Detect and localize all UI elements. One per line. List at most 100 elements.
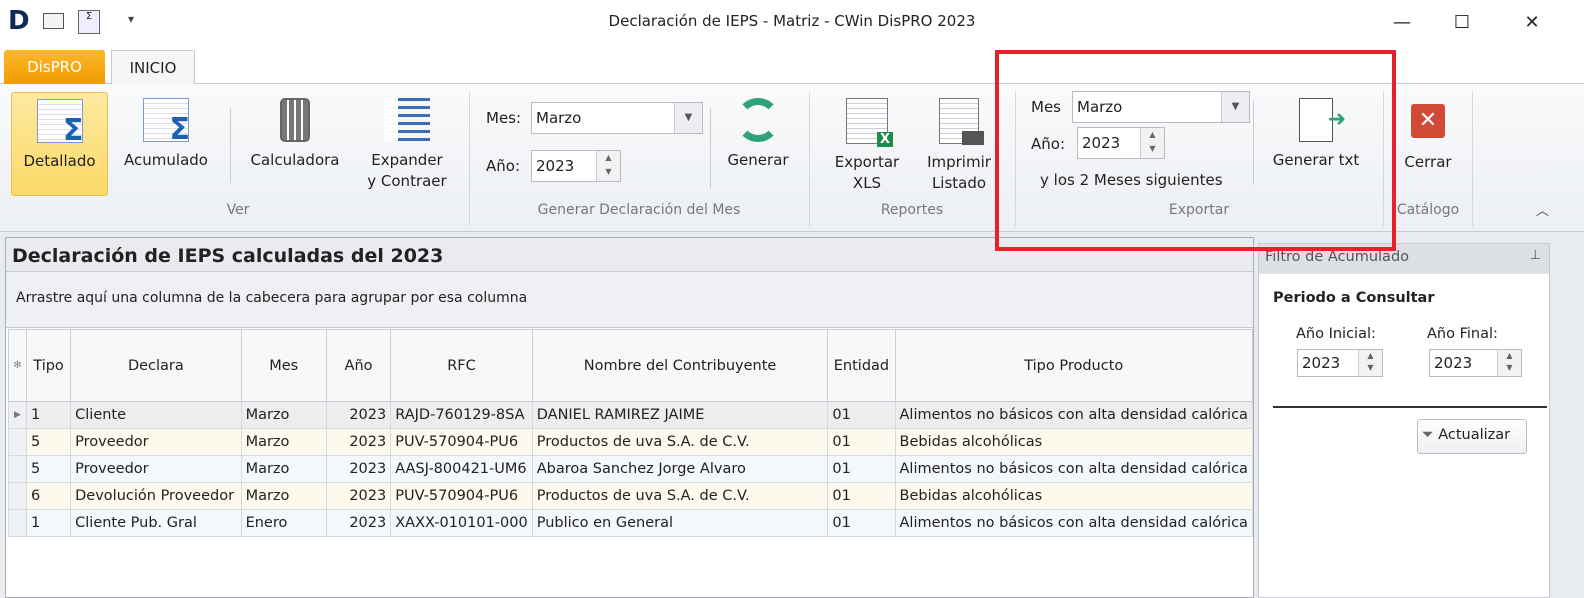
column-header-tipo-producto[interactable]: Tipo Producto: [894, 329, 1254, 402]
collapse-ribbon-icon[interactable]: ︿: [1536, 200, 1549, 219]
tab-dispro[interactable]: DisPRO: [4, 50, 105, 84]
group-label-reportes: Reportes: [880, 202, 944, 218]
cerrar-button[interactable]: ✕ Cerrar: [1392, 92, 1464, 196]
cell-mes: Marzo: [240, 401, 327, 429]
imprimir-label: Imprimir Listado: [927, 153, 991, 192]
close-icon: ✕: [1411, 104, 1445, 138]
column-header-tipo[interactable]: Tipo: [25, 329, 72, 402]
table-row[interactable]: 5 Proveedor Marzo 2023 PUV-570904-PU6 Product…: [8, 428, 1254, 456]
cell-anio: 2023: [325, 428, 392, 456]
window-title: Declaración de IEPS - Matriz - CWin DisP…: [608, 12, 976, 30]
imprimir-listado-button[interactable]: Imprimir Listado: [918, 92, 1000, 196]
detallado-button[interactable]: Σ Detallado: [11, 92, 108, 196]
group-label-catalogo: Catálogo: [1396, 202, 1460, 218]
cell-tipo-producto: Alimentos no básicos con alta densidad c…: [894, 455, 1254, 483]
column-header-anio[interactable]: Año: [325, 329, 392, 402]
cell-rfc: AASJ-800421-UM6: [390, 455, 533, 483]
filter-icon: ⏷: [1422, 427, 1434, 443]
cell-declara: Cliente: [70, 401, 242, 429]
data-table: ✻ Tipo Declara Mes Año RFC Nombre del Co…: [8, 329, 1254, 537]
filtro-acumulado-panel: Filtro de Acumulado ⊥ Periodo a Consultar…: [1258, 243, 1550, 598]
anio-final-spinner[interactable]: 2023 ▲ ▼: [1429, 349, 1522, 377]
cell-anio: 2023: [325, 401, 392, 429]
cell-tipo: 5: [25, 455, 72, 483]
cell-declara: Proveedor: [70, 428, 242, 456]
table-row[interactable]: 1 Cliente Pub. Gral Enero 2023 XAXX-010101-0…: [8, 509, 1254, 537]
cell-anio: 2023: [325, 509, 392, 537]
column-header-declara[interactable]: Declara: [70, 329, 242, 402]
cell-entidad: 01: [827, 482, 896, 510]
cell-rfc: PUV-570904-PU6: [390, 428, 533, 456]
highlight-box: [995, 50, 1396, 251]
row-indicator-header: ✻: [8, 329, 27, 402]
column-header-nombre[interactable]: Nombre del Contribuyente: [531, 329, 829, 402]
calculadora-button[interactable]: Calculadora: [245, 92, 345, 196]
maximize-icon[interactable]: ☐: [1432, 0, 1492, 45]
sum-table-icon: Σ: [36, 99, 84, 148]
column-header-rfc[interactable]: RFC: [390, 329, 533, 402]
group-label-ver: Ver: [226, 202, 250, 218]
actualizar-button[interactable]: ⏷ Actualizar: [1417, 419, 1527, 454]
tab-inicio[interactable]: INICIO: [111, 50, 195, 85]
anio-label: Año:: [486, 157, 520, 175]
mes-dropdown[interactable]: Marzo ▼: [531, 102, 703, 134]
declaraciones-grid: Declaración de IEPS calculadas del 2023 …: [5, 237, 1254, 598]
row-indicator[interactable]: [8, 509, 27, 537]
exportar-xls-label: Exportar XLS: [834, 153, 900, 192]
expander-contraer-button[interactable]: Expander y Contraer: [358, 92, 456, 196]
minimize-icon[interactable]: —: [1372, 0, 1432, 45]
table-row[interactable]: 6 Devolución Proveedor Marzo 2023 PUV-570904…: [8, 482, 1254, 510]
spinner-arrows-icon[interactable]: ▲ ▼: [596, 151, 620, 181]
cell-tipo: 1: [25, 401, 72, 429]
cell-rfc: RAJD-760129-8SA: [390, 401, 533, 429]
cell-rfc: XAXX-010101-000: [390, 509, 533, 537]
row-indicator[interactable]: [8, 455, 27, 483]
cell-anio: 2023: [325, 482, 392, 510]
cell-declara: Cliente Pub. Gral: [70, 509, 242, 537]
generar-label: Generar: [727, 151, 789, 169]
table-row[interactable]: 5 Proveedor Marzo 2023 AASJ-800421-UM6 Abaroa…: [8, 455, 1254, 483]
generar-button[interactable]: Generar: [718, 92, 798, 196]
cell-entidad: 01: [827, 401, 896, 429]
calculator-icon: [280, 98, 310, 142]
anio-inicial-label: Año Inicial:: [1296, 326, 1376, 342]
refresh-icon: [736, 98, 780, 142]
cell-anio: 2023: [325, 455, 392, 483]
cell-nombre: Productos de uva S.A. de C.V.: [531, 428, 829, 456]
anio-spinner[interactable]: 2023 ▲ ▼: [531, 150, 621, 182]
cell-nombre: Publico en General: [531, 509, 829, 537]
acumulado-button[interactable]: Σ Acumulado: [117, 92, 215, 196]
spinner-arrows-icon[interactable]: ▲ ▼: [1358, 350, 1382, 376]
cell-mes: Marzo: [240, 428, 327, 456]
excel-export-icon: X: [846, 98, 893, 147]
cell-entidad: 01: [827, 428, 896, 456]
cell-declara: Devolución Proveedor: [70, 482, 242, 510]
divider: [1273, 406, 1547, 408]
pin-icon[interactable]: ⊥: [1530, 248, 1541, 263]
group-by-area[interactable]: Arrastre aquí una columna de la cabecera…: [6, 272, 1253, 328]
column-header-mes[interactable]: Mes: [240, 329, 327, 402]
close-window-icon[interactable]: ✕: [1502, 0, 1562, 45]
row-indicator[interactable]: [8, 428, 27, 456]
cell-tipo-producto: Alimentos no básicos con alta densidad c…: [894, 401, 1254, 429]
exportar-xls-button[interactable]: X Exportar XLS: [826, 92, 908, 196]
cerrar-label: Cerrar: [1404, 153, 1452, 171]
expand-collapse-icon: [384, 98, 430, 142]
row-indicator[interactable]: [8, 482, 27, 510]
chevron-down-icon[interactable]: ▼: [674, 103, 702, 133]
table-row[interactable]: ▶ 1 Cliente Marzo 2023 RAJD-760129-8SA DANIEL …: [8, 401, 1254, 429]
sum-table-icon: Σ: [143, 98, 190, 147]
cell-nombre: DANIEL RAMIREZ JAIME: [531, 401, 829, 429]
cell-mes: Enero: [240, 509, 327, 537]
periodo-heading: Periodo a Consultar: [1273, 290, 1435, 306]
detallado-label: Detallado: [23, 152, 96, 170]
cell-mes: Marzo: [240, 482, 327, 510]
spinner-arrows-icon[interactable]: ▲ ▼: [1497, 350, 1521, 376]
column-header-entidad[interactable]: Entidad: [827, 329, 896, 402]
anio-inicial-spinner[interactable]: 2023 ▲ ▼: [1297, 349, 1383, 377]
expander-label: Expander y Contraer: [367, 151, 447, 190]
cell-entidad: 01: [827, 455, 896, 483]
cell-tipo-producto: Bebidas alcohólicas: [894, 482, 1254, 510]
row-indicator[interactable]: ▶: [8, 401, 27, 429]
cell-mes: Marzo: [240, 455, 327, 483]
